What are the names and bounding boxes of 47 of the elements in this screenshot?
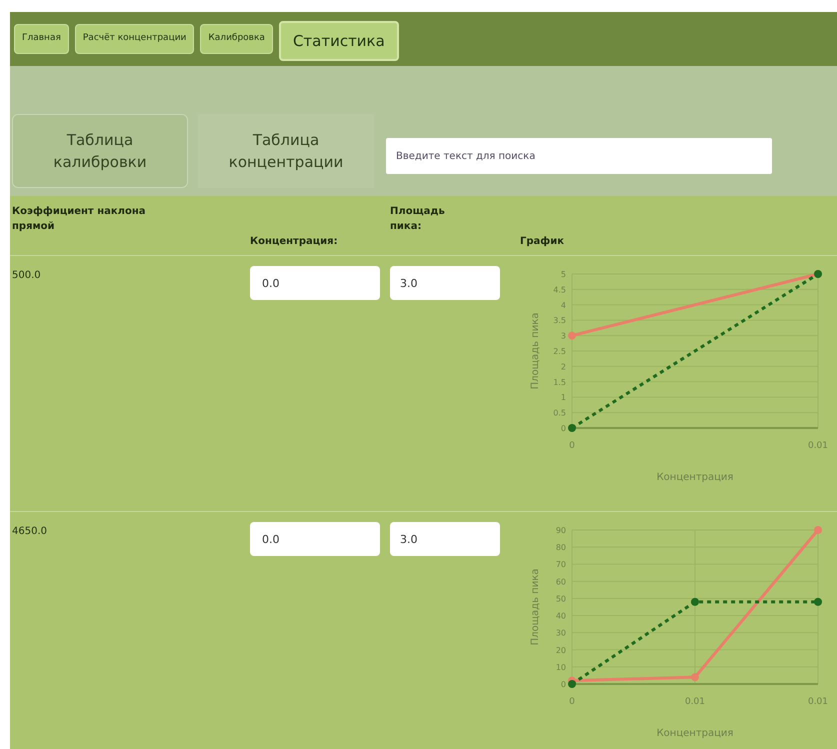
column-header: Площадь пика:: [390, 205, 446, 234]
tick-label: 80: [556, 543, 566, 552]
tick-label: 0: [560, 424, 566, 433]
axis-title: Площадь пика: [530, 312, 541, 390]
axis-title: Площадь пика: [530, 568, 541, 646]
tick-label: 4.5: [553, 285, 566, 294]
table-cell-text: 500.0: [11, 269, 42, 283]
search-field[interactable]: Введите текст для поиска: [386, 138, 772, 174]
peak-area-field[interactable]: 3.0: [390, 266, 500, 300]
sub-tab[interactable]: Таблица калибровки: [12, 114, 188, 188]
tick-label: 2.5: [553, 347, 566, 356]
nav-tab[interactable]: Калибровка: [200, 24, 273, 54]
tick-label: 4: [560, 300, 566, 310]
tick-label: 3.5: [553, 316, 566, 326]
nav-tab[interactable]: Расчёт концентрации: [74, 24, 194, 54]
sub-tab[interactable]: Таблица концентрации: [198, 114, 374, 188]
axis-title: Концентрация: [656, 728, 734, 739]
nav-tab[interactable]: Статистика: [278, 21, 399, 61]
tick-label: 20: [556, 646, 566, 655]
tick-label: 0.01: [808, 441, 828, 451]
tick-label: 90: [556, 526, 566, 535]
tick-label: 0: [569, 441, 575, 451]
tick-label: 10: [556, 662, 566, 672]
tick-label: 3: [560, 332, 566, 341]
table-cell-text: 4650.0: [11, 525, 48, 539]
axis-title: Концентрация: [656, 472, 734, 483]
tick-label: 0.5: [553, 408, 566, 418]
tick-label: 5: [560, 270, 566, 279]
concentration-field[interactable]: 0.0: [250, 522, 380, 556]
tick-label: 0.01: [808, 697, 828, 707]
tick-label: 70: [556, 560, 566, 570]
nav-tab[interactable]: Главная: [14, 24, 69, 54]
tick-label: 1.5: [553, 378, 566, 387]
tick-label: 0: [569, 697, 575, 707]
tick-label: 0: [560, 680, 566, 689]
tick-label: 60: [556, 577, 566, 586]
tick-label: 0.01: [684, 697, 706, 707]
peak-area-field[interactable]: 3.0: [390, 522, 500, 556]
tick-label: 40: [556, 612, 566, 621]
column-header: Концентрация:: [250, 235, 339, 249]
tick-label: 30: [556, 628, 566, 638]
tick-label: 50: [556, 594, 566, 604]
column-header: График: [519, 235, 565, 249]
tick-label: 1: [560, 393, 566, 402]
concentration-field[interactable]: 0.0: [250, 266, 380, 300]
column-header: Коэффициент наклона прямой: [11, 205, 147, 234]
tick-label: 2: [560, 362, 566, 372]
